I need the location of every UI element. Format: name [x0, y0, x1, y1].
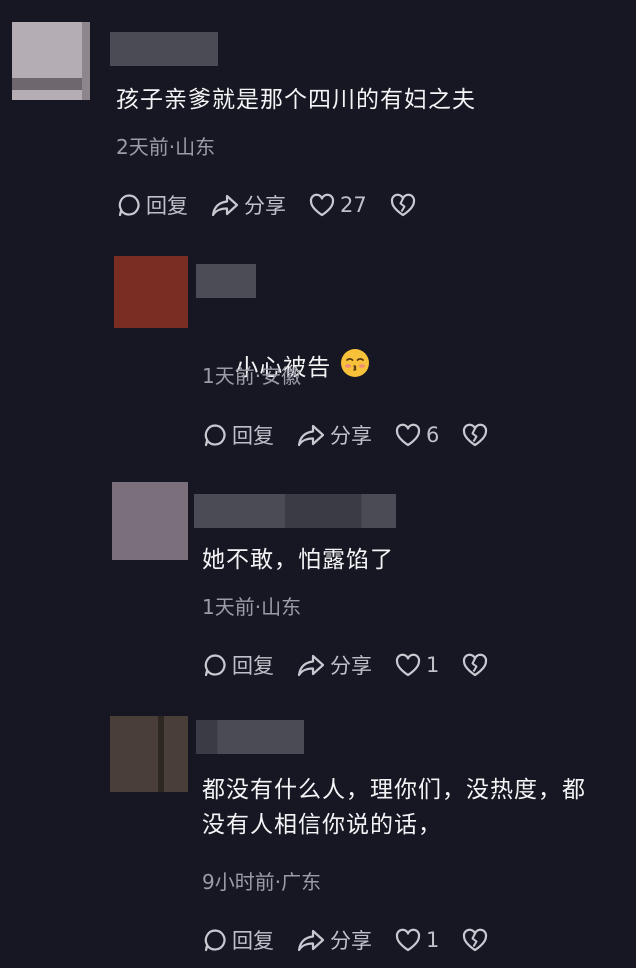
like-button[interactable]: 27: [308, 192, 367, 218]
share-label: 分享: [330, 929, 372, 953]
share-button[interactable]: 分享: [296, 650, 372, 680]
comment-actions: 回复 分享 1: [202, 648, 515, 682]
broken-heart-icon: [463, 653, 488, 677]
username-blurred[interactable]: [110, 32, 218, 66]
reply-button[interactable]: 回复: [116, 190, 188, 220]
reply-button[interactable]: 回复: [202, 650, 274, 680]
share-icon: [211, 194, 239, 217]
reply-label: 回复: [232, 654, 274, 678]
reply-label: 回复: [232, 424, 274, 448]
reply-icon: [118, 194, 140, 217]
avatar[interactable]: [12, 22, 90, 100]
broken-heart-icon: [463, 423, 488, 447]
comment-meta: 1天前·安徽: [202, 364, 302, 388]
like-count: 27: [340, 193, 367, 217]
heart-icon: [395, 928, 421, 952]
like-button[interactable]: 1: [394, 927, 439, 953]
comment-meta: 9小时前·广东: [202, 870, 322, 894]
dislike-button[interactable]: [461, 422, 493, 448]
username-blurred[interactable]: [194, 494, 396, 528]
share-label: 分享: [244, 194, 286, 218]
reply-label: 回复: [146, 194, 188, 218]
avatar[interactable]: [110, 716, 188, 792]
share-button[interactable]: 分享: [296, 420, 372, 450]
comment-meta: 2天前·山东: [116, 135, 216, 159]
share-label: 分享: [330, 424, 372, 448]
share-button[interactable]: 分享: [296, 925, 372, 955]
avatar[interactable]: [112, 482, 188, 560]
comment-actions: 回复 分享 6: [202, 418, 515, 452]
like-count: 1: [426, 653, 440, 677]
comment-text: 都没有什么人，理你们，没热度，都 没有人相信你说的话，: [202, 777, 586, 838]
comment-text: 孩子亲爹就是那个四川的有妇之夫: [116, 87, 476, 113]
like-button[interactable]: 6: [394, 422, 439, 448]
dislike-button[interactable]: [389, 192, 421, 218]
heart-icon: [309, 193, 335, 217]
reply-button[interactable]: 回复: [202, 925, 274, 955]
avatar[interactable]: [114, 256, 188, 328]
share-label: 分享: [330, 654, 372, 678]
reply-icon: [204, 654, 226, 677]
share-icon: [297, 654, 325, 677]
broken-heart-icon: [390, 193, 415, 217]
reply-label: 回复: [232, 929, 274, 953]
username-blurred[interactable]: [196, 720, 304, 754]
like-count: 1: [426, 928, 440, 952]
heart-icon: [395, 423, 421, 447]
share-icon: [297, 929, 325, 952]
comment-meta: 1天前·山东: [202, 595, 302, 619]
share-button[interactable]: 分享: [210, 190, 286, 220]
heart-icon: [395, 653, 421, 677]
reply-button[interactable]: 回复: [202, 420, 274, 450]
broken-heart-icon: [463, 928, 488, 952]
reply-icon: [204, 424, 226, 447]
reply-icon: [204, 929, 226, 952]
like-count: 6: [426, 423, 440, 447]
like-button[interactable]: 1: [394, 652, 439, 678]
share-icon: [297, 424, 325, 447]
comment-actions: 回复 分享 1: [202, 923, 515, 957]
username-blurred[interactable]: [196, 264, 256, 298]
comment-actions: 回复 分享 27: [116, 188, 443, 222]
comment-text: 她不敢，怕露馅了: [202, 547, 394, 573]
kissing-face-emoji: [339, 347, 371, 390]
dislike-button[interactable]: [461, 927, 493, 953]
dislike-button[interactable]: [461, 652, 493, 678]
